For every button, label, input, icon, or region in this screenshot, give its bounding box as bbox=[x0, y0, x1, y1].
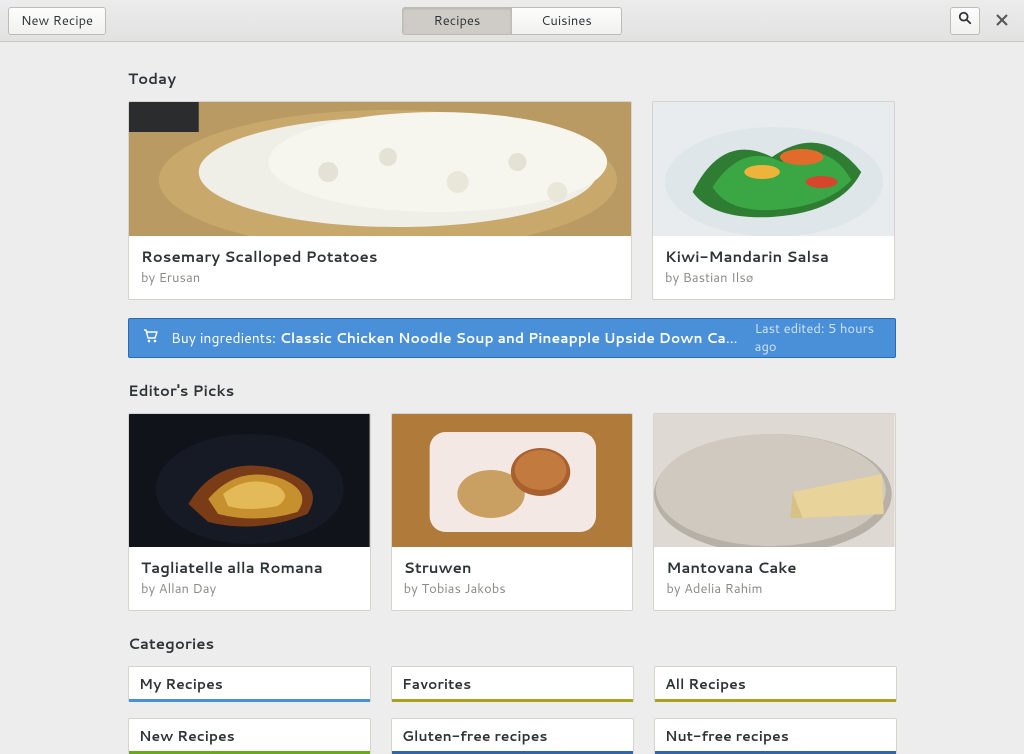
card-body: Kiwi-Mandarin Salsa by Bastian Ilsø bbox=[653, 236, 894, 299]
new-recipe-button[interactable]: New Recipe bbox=[8, 7, 106, 35]
pick-card[interactable]: Tagliatelle alla Romana by Allan Day bbox=[128, 413, 371, 611]
card-body: Rosemary Scalloped Potatoes by Erusan bbox=[129, 236, 631, 299]
today-card[interactable]: Kiwi-Mandarin Salsa by Bastian Ilsø bbox=[652, 101, 895, 300]
recipe-byline: by Tobias Jakobs bbox=[404, 580, 621, 598]
search-icon bbox=[958, 11, 972, 30]
recipe-byline: by Bastian Ilsø bbox=[665, 269, 882, 287]
close-button[interactable] bbox=[988, 7, 1016, 35]
banner-subject: Classic Chicken Noodle Soup and Pineappl… bbox=[280, 328, 743, 348]
recipe-title: Kiwi-Mandarin Salsa bbox=[665, 246, 882, 267]
editors-picks: Editor's Picks Tagliatelle alla Romana b… bbox=[128, 380, 896, 611]
recipe-image bbox=[392, 414, 633, 547]
recipe-title: Mantovana Cake bbox=[666, 557, 883, 578]
page: Today Rosemary Scalloped Potatoes by Eru… bbox=[0, 42, 1024, 754]
tab-recipes[interactable]: Recipes bbox=[402, 7, 512, 35]
recipe-byline: by Adelia Rahim bbox=[666, 580, 883, 598]
categories-section: Categories My Recipes Favorites All Reci… bbox=[128, 633, 896, 754]
category-tile[interactable]: My Recipes bbox=[128, 666, 371, 702]
banner-prefix: Buy ingredients: bbox=[171, 328, 280, 348]
shopping-banner[interactable]: Buy ingredients: Classic Chicken Noodle … bbox=[128, 318, 896, 358]
recipe-title: Struwen bbox=[404, 557, 621, 578]
category-tile[interactable]: Gluten-free recipes bbox=[391, 718, 634, 754]
recipe-byline: by Allan Day bbox=[141, 580, 358, 598]
recipe-image bbox=[653, 102, 894, 236]
banner-message: Buy ingredients: Classic Chicken Noodle … bbox=[171, 328, 743, 348]
close-icon bbox=[996, 10, 1008, 31]
category-label: Gluten-free recipes bbox=[402, 726, 547, 746]
section-picks-heading: Editor's Picks bbox=[128, 380, 896, 401]
recipe-image bbox=[129, 102, 631, 236]
today-card[interactable]: Rosemary Scalloped Potatoes by Erusan bbox=[128, 101, 632, 300]
section-categories-heading: Categories bbox=[128, 633, 896, 654]
pick-card[interactable]: Mantovana Cake by Adelia Rahim bbox=[653, 413, 896, 611]
category-tile[interactable]: All Recipes bbox=[654, 666, 897, 702]
category-label: Favorites bbox=[402, 674, 471, 694]
tab-recipes-label: Recipes bbox=[434, 12, 481, 30]
header-right bbox=[950, 7, 1016, 35]
pick-card[interactable]: Struwen by Tobias Jakobs bbox=[391, 413, 634, 611]
categories-grid: My Recipes Favorites All Recipes New Rec… bbox=[128, 666, 896, 754]
recipe-image bbox=[654, 414, 895, 547]
card-body: Mantovana Cake by Adelia Rahim bbox=[654, 547, 895, 610]
new-recipe-label: New Recipe bbox=[21, 12, 93, 30]
recipe-title: Rosemary Scalloped Potatoes bbox=[141, 246, 619, 267]
cart-icon bbox=[143, 328, 159, 349]
category-label: My Recipes bbox=[139, 674, 223, 694]
recipe-image bbox=[129, 414, 370, 547]
section-today-heading: Today bbox=[128, 68, 896, 89]
category-tile[interactable]: Favorites bbox=[391, 666, 634, 702]
category-label: Nut-free recipes bbox=[665, 726, 789, 746]
search-button[interactable] bbox=[950, 7, 980, 35]
view-switcher: Recipes Cuisines bbox=[402, 7, 622, 35]
headerbar: New Recipe Recipes Cuisines bbox=[0, 0, 1024, 42]
category-tile[interactable]: Nut-free recipes bbox=[654, 718, 897, 754]
tab-cuisines-label: Cuisines bbox=[541, 12, 592, 30]
recipe-byline: by Erusan bbox=[141, 269, 619, 287]
banner-meta: Last edited: 5 hours ago bbox=[755, 320, 881, 356]
category-tile[interactable]: New Recipes bbox=[128, 718, 371, 754]
category-label: New Recipes bbox=[139, 726, 235, 746]
recipe-title: Tagliatelle alla Romana bbox=[141, 557, 358, 578]
tab-cuisines[interactable]: Cuisines bbox=[512, 7, 622, 35]
category-label: All Recipes bbox=[665, 674, 746, 694]
card-body: Struwen by Tobias Jakobs bbox=[392, 547, 633, 610]
today-row: Rosemary Scalloped Potatoes by Erusan Ki… bbox=[128, 101, 896, 300]
picks-row: Tagliatelle alla Romana by Allan Day Str… bbox=[128, 413, 896, 611]
card-body: Tagliatelle alla Romana by Allan Day bbox=[129, 547, 370, 610]
